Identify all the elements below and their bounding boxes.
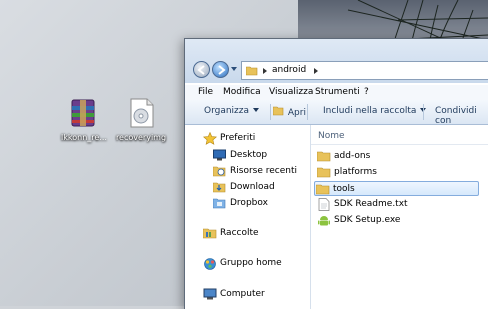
share-with-button[interactable]: Condividi con (435, 106, 488, 126)
forward-button[interactable] (212, 61, 229, 78)
breadcrumb-android[interactable]: android (272, 65, 306, 75)
open-label: Apri (287, 108, 306, 118)
toolbar-separator (423, 104, 424, 120)
nav-favorites-label: Preferiti (220, 133, 256, 143)
menu-help[interactable]: ? (364, 87, 369, 97)
breadcrumb-chevron-icon[interactable] (314, 68, 318, 74)
column-header-name[interactable]: Nome (318, 131, 345, 141)
download-folder-icon (213, 182, 226, 193)
chevron-down-icon (253, 108, 260, 112)
android-icon (318, 216, 330, 226)
back-button[interactable] (193, 61, 210, 78)
command-bar: Organizza Apri Includi nella raccolta Co… (185, 100, 488, 126)
desktop-icon (213, 149, 226, 161)
nav-dropbox-label: Dropbox (230, 198, 268, 208)
nav-recent-label: Risorse recenti (230, 166, 297, 176)
menu-file[interactable]: File (198, 87, 213, 97)
homegroup-icon (204, 258, 216, 270)
text-file-icon (318, 198, 330, 211)
nav-desktop-label: Desktop (230, 150, 268, 160)
desktop-icon-label: lkkonn_re... (61, 133, 107, 142)
file-name: tools (333, 184, 355, 194)
computer-icon (203, 288, 217, 300)
file-name: platforms (334, 167, 377, 177)
include-in-library-button[interactable]: Includi nella raccolta (323, 106, 427, 116)
menu-bar: File Modifica Visualizza Strumenti ? (185, 85, 488, 101)
file-list: Nome add-ons platforms tools SDK Readme.… (311, 125, 488, 309)
nav-libraries-label: Raccolte (220, 228, 259, 238)
organize-label: Organizza (204, 106, 250, 116)
file-name: SDK Setup.exe (334, 215, 401, 225)
desktop-icon-image[interactable]: recoveryimg (115, 97, 167, 142)
folder-icon (246, 66, 258, 76)
star-icon (203, 132, 217, 145)
menu-visualizza[interactable]: Visualizza (269, 87, 313, 97)
organize-button[interactable]: Organizza (204, 106, 260, 116)
toolbar-separator (307, 104, 308, 120)
include-label: Includi nella raccolta (323, 106, 417, 116)
nav-download-label: Download (230, 182, 275, 192)
file-row-sdk-setup[interactable]: SDK Setup.exe (316, 213, 488, 228)
explorer-title-area: android (185, 39, 488, 83)
file-row-add-ons[interactable]: add-ons (316, 149, 488, 164)
folder-icon (317, 167, 331, 178)
address-bar[interactable]: android (241, 61, 488, 80)
nav-computer-label: Computer (220, 289, 265, 299)
nav-homegroup-label: Gruppo home (220, 258, 282, 268)
folder-icon (317, 151, 331, 162)
disc-image-icon (125, 97, 157, 129)
desktop-icon-archive[interactable]: lkkonn_re... (58, 97, 110, 142)
file-name: add-ons (334, 151, 371, 161)
file-row-platforms[interactable]: platforms (316, 165, 488, 180)
navigation-pane: Preferiti Desktop Risorse recenti Downlo… (185, 125, 311, 309)
libraries-icon (203, 228, 217, 239)
dropbox-icon (213, 198, 226, 209)
share-label: Condividi con (435, 106, 477, 126)
toolbar-separator (270, 104, 271, 120)
file-name: SDK Readme.txt (334, 199, 408, 209)
desktop-icon-label: recoveryimg (115, 133, 167, 142)
file-row-tools[interactable]: tools (314, 181, 479, 196)
recent-pages-dropdown[interactable] (231, 67, 237, 71)
column-divider (311, 144, 488, 145)
recent-places-icon (213, 166, 226, 177)
open-folder-icon (272, 106, 284, 116)
open-button[interactable]: Apri (272, 106, 306, 118)
menu-modifica[interactable]: Modifica (223, 87, 261, 97)
menu-strumenti[interactable]: Strumenti (315, 87, 360, 97)
breadcrumb-chevron-icon[interactable] (263, 68, 267, 74)
folder-icon (316, 184, 330, 195)
winrar-archive-icon (68, 97, 100, 129)
explorer-window: android File Modifica Visualizza Strumen… (184, 38, 488, 309)
file-row-sdk-readme[interactable]: SDK Readme.txt (316, 197, 488, 212)
